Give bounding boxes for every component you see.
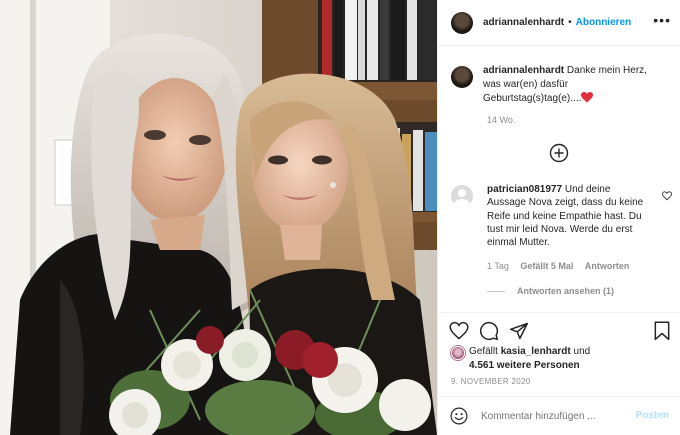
more-options-icon[interactable]: ••• bbox=[653, 13, 671, 27]
liker-username[interactable]: kasia_lenhardt bbox=[501, 346, 571, 357]
comment-like-icon[interactable] bbox=[662, 191, 672, 201]
likes-prefix: Gefällt bbox=[469, 346, 498, 357]
view-replies-label: Antworten ansehen (1) bbox=[517, 286, 615, 296]
post-comment-button[interactable]: Posten bbox=[636, 410, 669, 421]
photo-illustration bbox=[0, 0, 437, 435]
comment-composer: Posten bbox=[438, 396, 680, 435]
post-header: adriannalenhardt • Abonnieren ••• bbox=[438, 0, 680, 46]
comment-item: patrician081977 Und deine Aussage Nova z… bbox=[451, 183, 676, 249]
post-date[interactable]: 9. NOVEMBER 2020 bbox=[451, 377, 531, 386]
view-replies-button[interactable]: Antworten ansehen (1) bbox=[487, 286, 614, 296]
separator-dot: • bbox=[568, 17, 572, 28]
author-avatar[interactable] bbox=[451, 11, 473, 34]
smiley-icon[interactable] bbox=[450, 407, 468, 425]
post-photo[interactable] bbox=[0, 0, 437, 435]
comment-meta: 1 Tag Gefällt 5 Mal Antworten bbox=[487, 261, 638, 271]
reply-button[interactable]: Antworten bbox=[585, 261, 630, 271]
likes-summary: Gefällt kasia_lenhardt und 4.561 weitere… bbox=[451, 345, 590, 373]
liker-avatar[interactable] bbox=[451, 346, 465, 360]
bookmark-icon[interactable] bbox=[653, 321, 671, 341]
likes-count[interactable]: 4.561 weitere Personen bbox=[469, 360, 580, 371]
comment-input[interactable] bbox=[481, 410, 631, 422]
commenter-username[interactable]: patrician081977 bbox=[487, 184, 562, 195]
load-more-comments-icon[interactable] bbox=[549, 143, 569, 163]
author-username[interactable]: adriannalenhardt bbox=[483, 17, 564, 28]
likes-conjunction: und bbox=[573, 346, 591, 357]
red-heart-icon bbox=[581, 92, 594, 103]
follow-button[interactable]: Abonnieren bbox=[576, 17, 632, 28]
replies-divider bbox=[487, 290, 505, 292]
instagram-post: adriannalenhardt • Abonnieren ••• adrian… bbox=[0, 0, 680, 435]
heart-icon[interactable] bbox=[449, 321, 469, 341]
share-icon[interactable] bbox=[509, 321, 529, 341]
caption-username[interactable]: adriannalenhardt bbox=[483, 65, 564, 76]
commenter-avatar[interactable] bbox=[451, 185, 473, 207]
caption-author-avatar[interactable] bbox=[451, 66, 473, 88]
comment-icon[interactable] bbox=[479, 321, 499, 341]
comment-time[interactable]: 1 Tag bbox=[487, 261, 509, 271]
post-sidebar: adriannalenhardt • Abonnieren ••• adrian… bbox=[437, 0, 680, 435]
post-caption: adriannalenhardt Danke mein Herz, was wa… bbox=[451, 64, 671, 106]
comment-like-count[interactable]: Gefällt 5 Mal bbox=[520, 261, 573, 271]
caption-time[interactable]: 14 Wo. bbox=[487, 115, 515, 125]
